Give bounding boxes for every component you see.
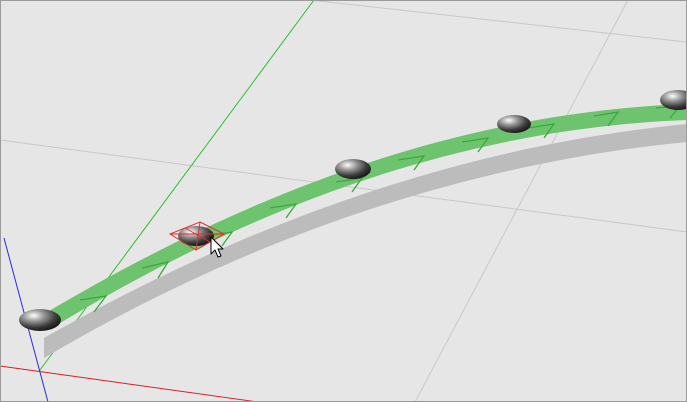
scene-canvas[interactable] <box>0 0 687 402</box>
grid-line <box>414 0 629 402</box>
y-axis-line <box>39 0 315 371</box>
x-axis-line <box>0 365 259 402</box>
control-point[interactable] <box>19 309 61 331</box>
control-point[interactable] <box>497 115 531 133</box>
grid-line <box>309 0 687 43</box>
3d-viewport[interactable] <box>0 0 687 402</box>
control-point[interactable] <box>335 159 371 179</box>
